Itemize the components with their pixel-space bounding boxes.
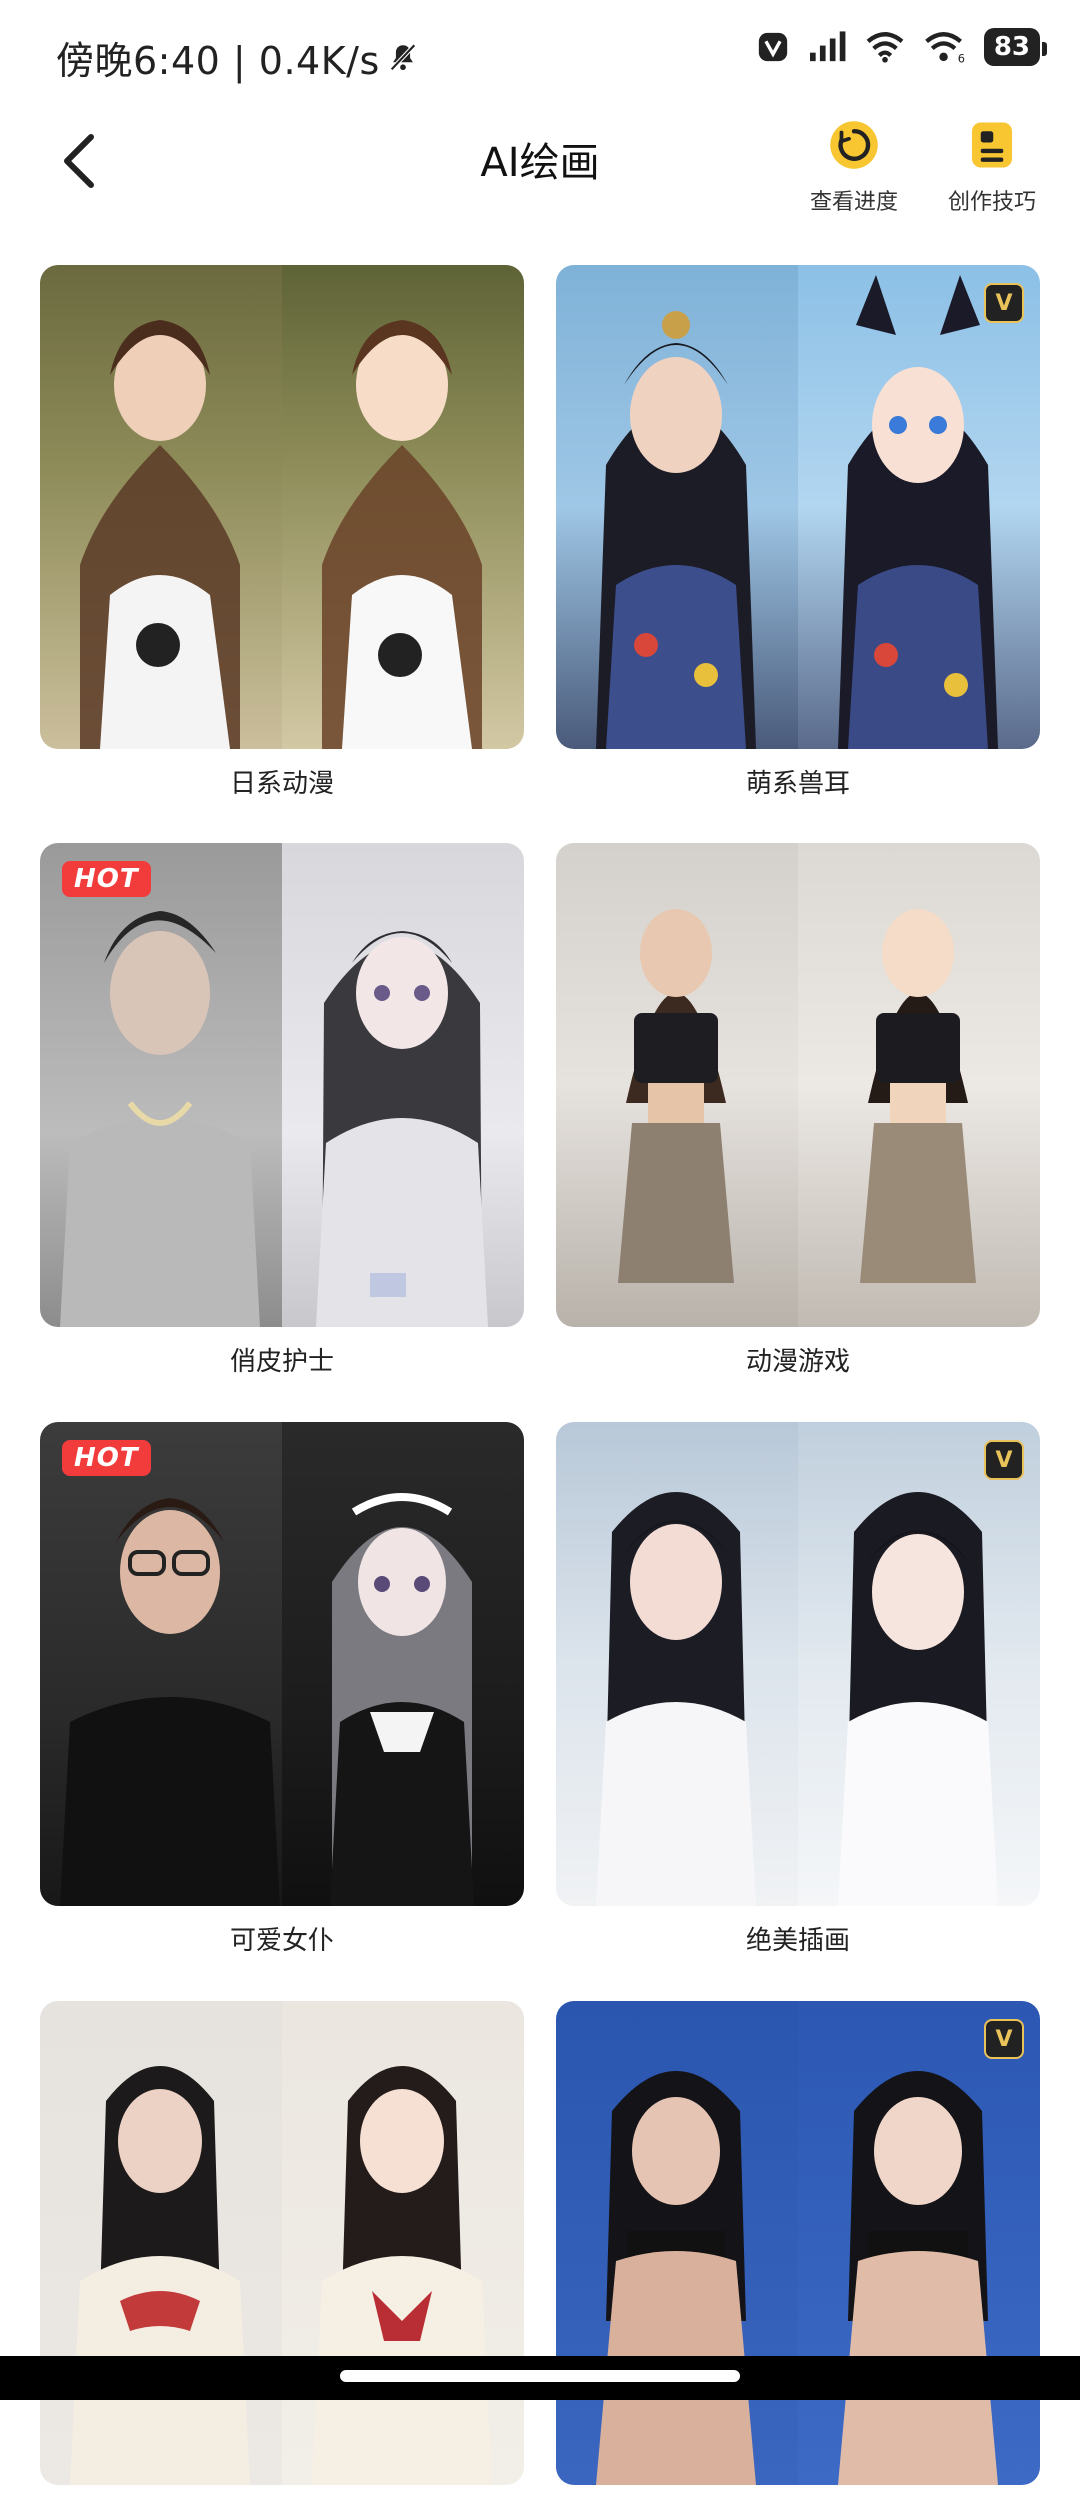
style-preview: HOT xyxy=(40,843,524,1327)
hot-badge: HOT xyxy=(62,861,151,897)
vip-badge: V xyxy=(984,1440,1024,1480)
svg-text:6: 6 xyxy=(958,52,965,64)
style-preview: V xyxy=(556,2001,1040,2485)
style-card-label: 日系动漫 xyxy=(229,769,334,799)
style-card-anime-game[interactable]: 动漫游戏 xyxy=(556,843,1040,1378)
style-card-label: 可爱女仆 xyxy=(229,1926,334,1956)
style-card-nurse[interactable]: HOT 俏皮护士 xyxy=(40,843,524,1378)
view-progress-label: 查看进度 xyxy=(809,190,898,215)
mute-bell-icon xyxy=(389,43,416,71)
portrait-illustration xyxy=(596,2071,998,2485)
progress-ring-icon xyxy=(830,121,878,169)
style-card-seventh[interactable] xyxy=(40,2001,524,2499)
style-card-label: 俏皮护士 xyxy=(229,1347,334,1377)
home-indicator[interactable] xyxy=(340,2370,740,2382)
portrait-illustration xyxy=(596,1492,998,1906)
view-progress-button[interactable]: 查看进度 xyxy=(794,110,914,216)
style-preview: HOT xyxy=(40,1422,524,1906)
portrait-illustration xyxy=(70,2066,492,2485)
portrait-illustration xyxy=(60,911,488,1327)
portrait-illustration xyxy=(596,275,998,749)
status-bar: 傍晚6:40 | 0.4K/s 6 83 xyxy=(0,0,1080,110)
gesture-nav-bar xyxy=(0,2356,1080,2400)
portrait-illustration xyxy=(80,320,482,749)
style-preview xyxy=(40,265,524,749)
vip-badge: V xyxy=(984,2019,1024,2059)
wifi-icon xyxy=(866,32,904,63)
style-card-illustration[interactable]: V 绝美插画 xyxy=(556,1422,1040,1957)
app-header: AI绘画 查看进度 创作技巧 xyxy=(0,110,1080,260)
status-time: 傍晚6:40 | 0.4K/s xyxy=(56,39,380,83)
portrait-illustration xyxy=(618,909,976,1283)
style-card-japanese-anime[interactable]: 日系动漫 xyxy=(40,265,524,800)
vpn-icon xyxy=(758,32,787,62)
style-card-eighth[interactable]: V xyxy=(556,2001,1040,2499)
style-preview: V xyxy=(556,265,1040,749)
page-title: AI绘画 xyxy=(480,140,600,186)
hot-badge: HOT xyxy=(62,1440,151,1476)
signal-icon xyxy=(809,31,846,62)
portrait-illustration xyxy=(60,1493,474,1906)
document-icon xyxy=(972,122,1012,168)
battery-level: 83 xyxy=(983,28,1048,66)
style-preview xyxy=(556,843,1040,1327)
creation-tips-button[interactable]: 创作技巧 xyxy=(932,110,1052,216)
style-card-label: 动漫游戏 xyxy=(745,1347,850,1377)
wifi-6-icon: 6 xyxy=(925,32,965,64)
vip-badge: V xyxy=(984,283,1024,323)
style-preview: V xyxy=(556,1422,1040,1906)
style-card-kemonomimi[interactable]: V 萌系兽耳 xyxy=(556,265,1040,800)
style-card-label: 绝美插画 xyxy=(745,1926,850,1956)
style-card-label: 萌系兽耳 xyxy=(745,769,850,799)
creation-tips-label: 创作技巧 xyxy=(947,190,1036,215)
style-preview xyxy=(40,2001,524,2485)
style-card-maid[interactable]: HOT 可爱女仆 xyxy=(40,1422,524,1957)
